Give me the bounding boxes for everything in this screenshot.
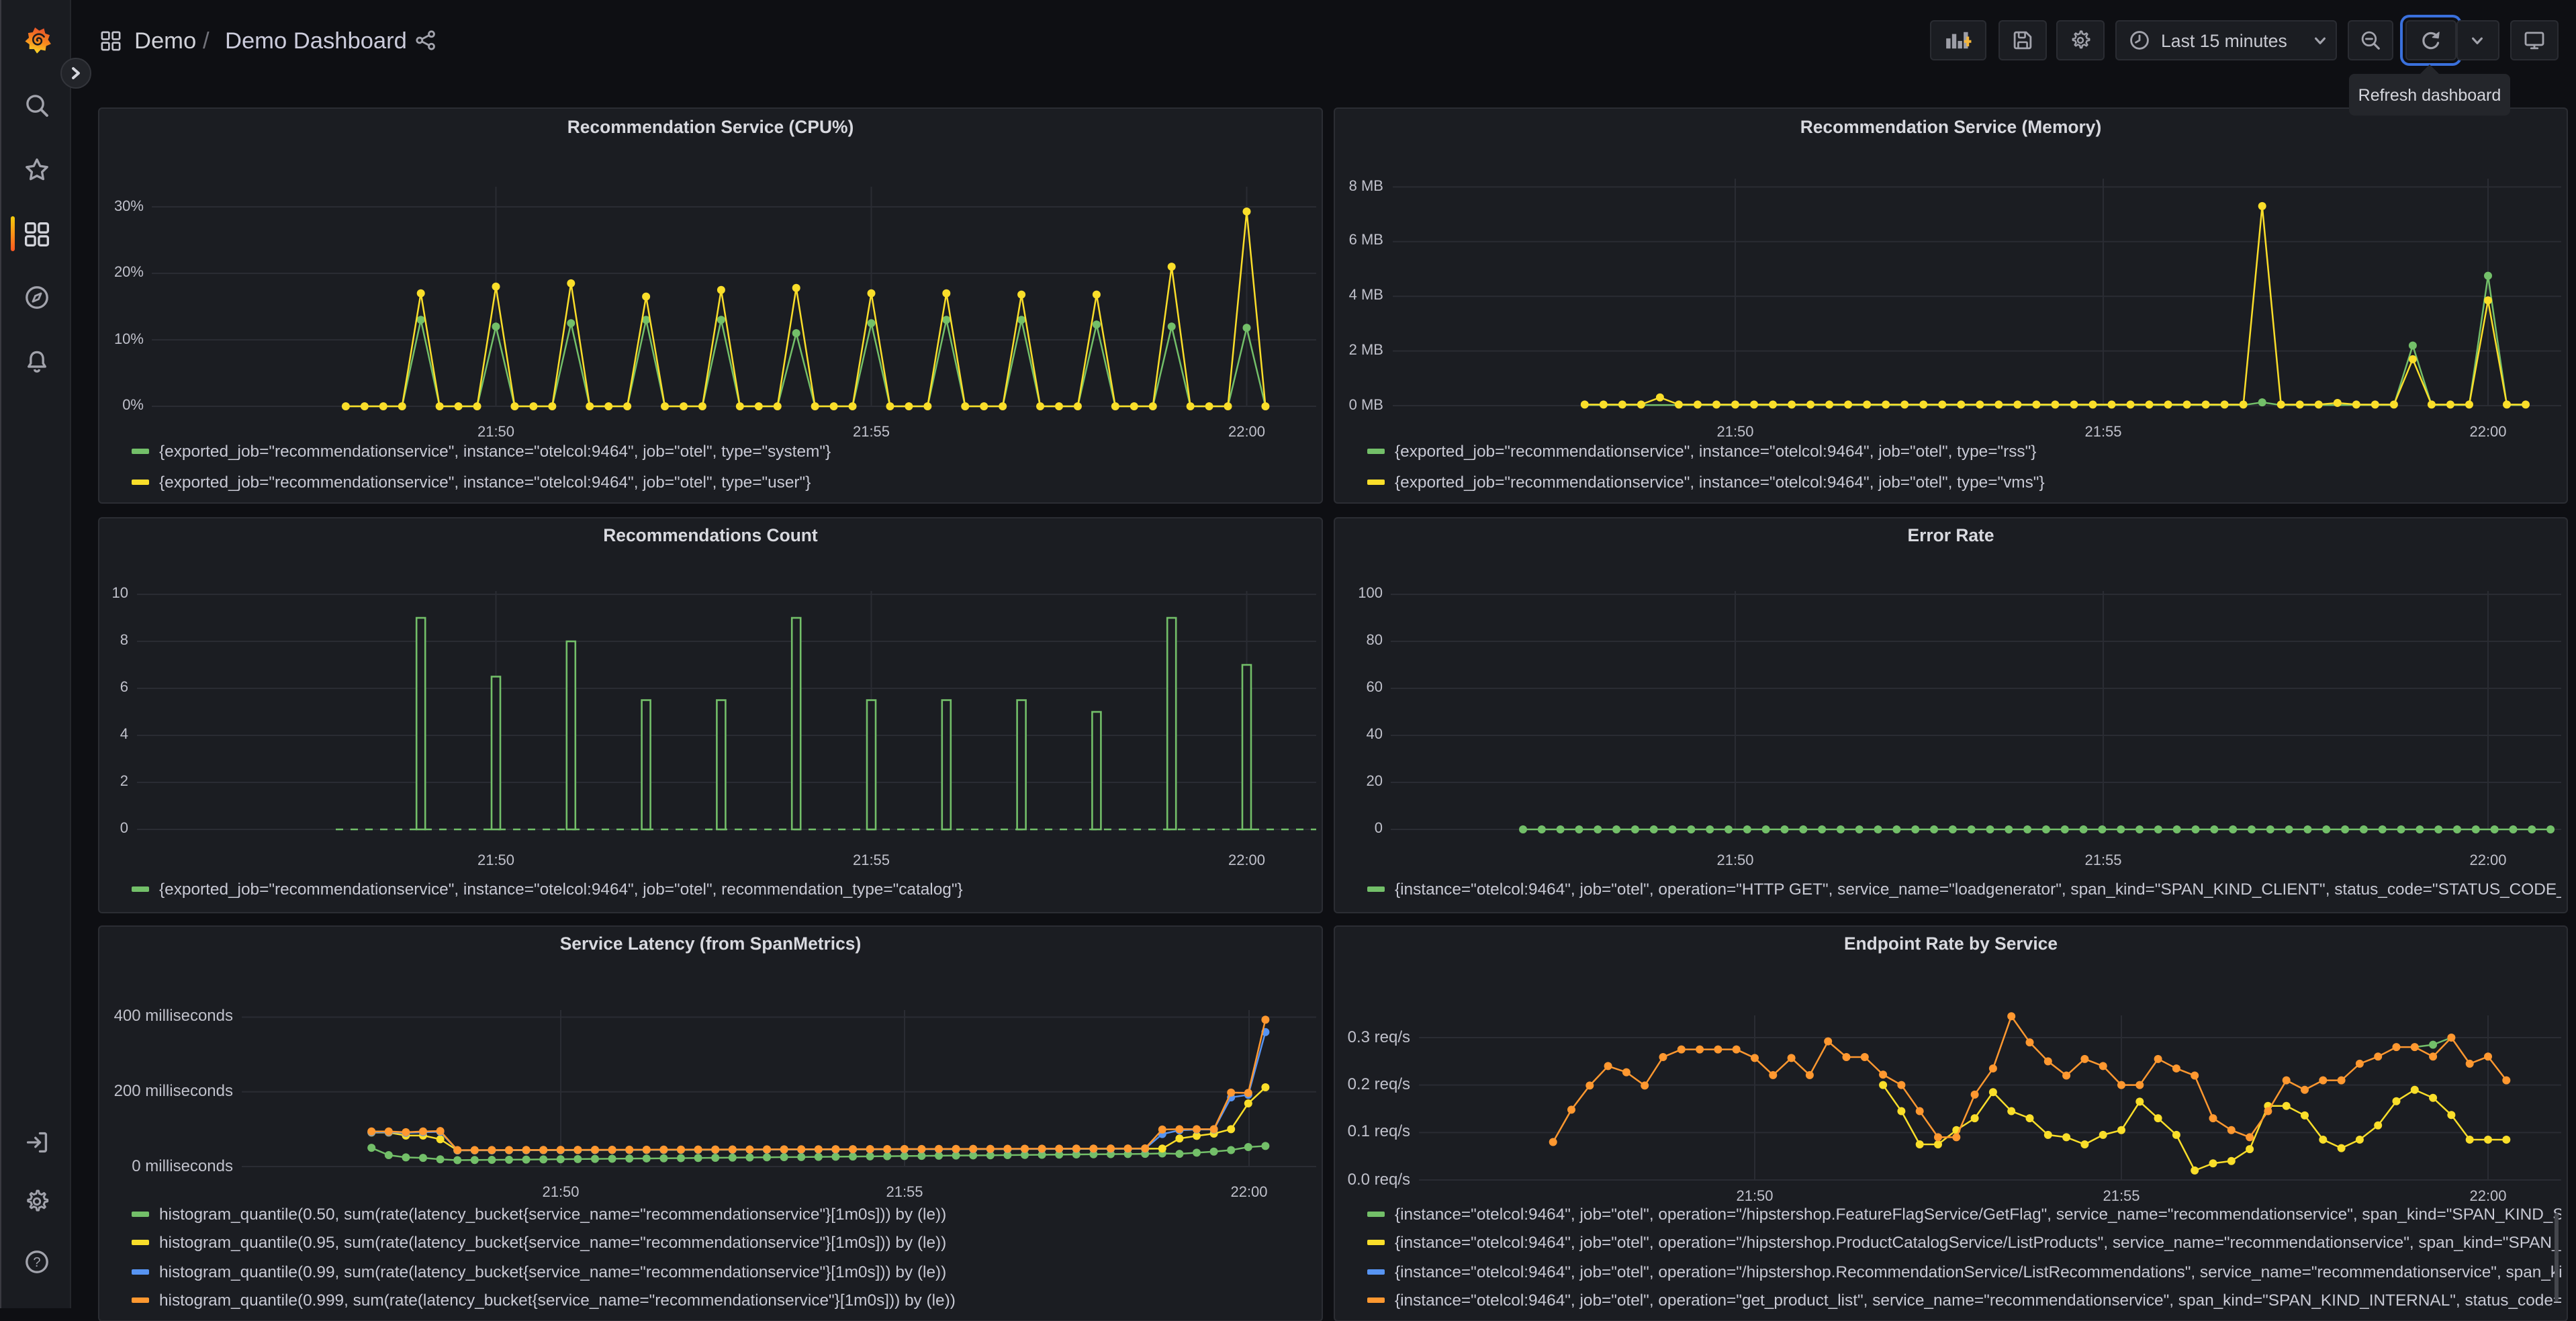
svg-text:?: ? <box>33 1255 40 1269</box>
